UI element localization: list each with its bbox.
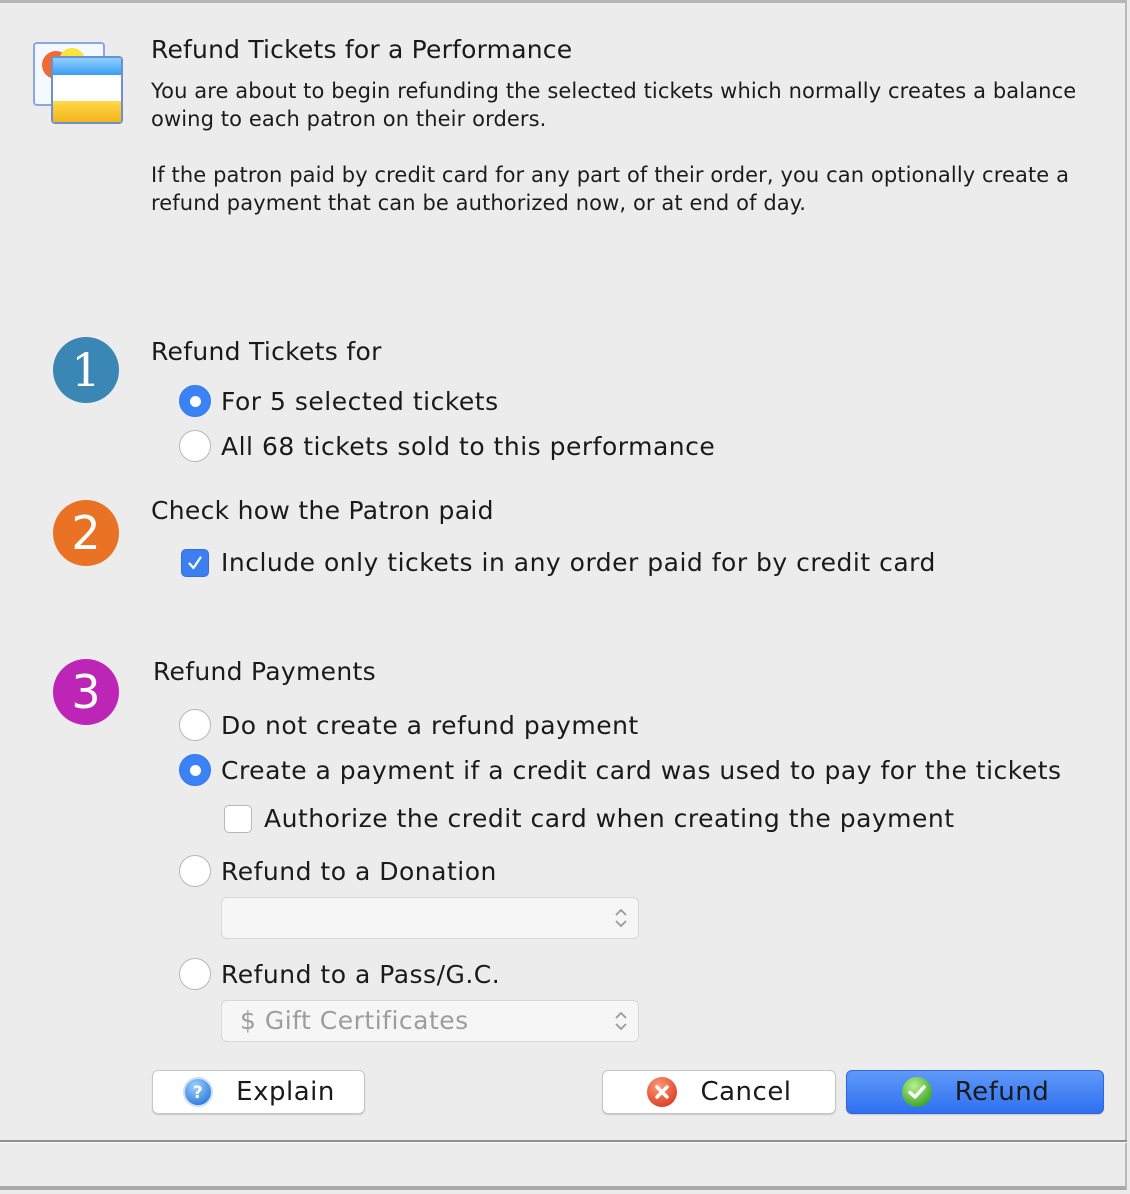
donation-select[interactable] [221, 897, 639, 939]
explain-button-label: Explain [236, 1077, 335, 1107]
radio-button-checked[interactable] [179, 754, 211, 786]
dialog-title: Refund Tickets for a Performance [151, 35, 573, 64]
radio-button[interactable] [179, 855, 211, 887]
radio-label: Refund to a Pass/G.C. [221, 959, 501, 989]
refund-tickets-dialog: Refund Tickets for a Performance You are… [0, 0, 1127, 1190]
checkbox-label: Authorize the credit card when creating … [264, 804, 955, 833]
refund-button-label: Refund [954, 1077, 1050, 1107]
step-3-badge: 3 [53, 659, 119, 725]
pass-select[interactable]: $ Gift Certificates [221, 1000, 639, 1042]
updown-chevron-icon [615, 1011, 627, 1031]
pass-select-value: $ Gift Certificates [240, 1006, 469, 1035]
radio-label: Refund to a Donation [221, 856, 497, 886]
radio-button[interactable] [179, 430, 211, 462]
step-2-badge: 2 [53, 500, 119, 566]
refund-tickets-app-icon [30, 35, 126, 131]
help-icon: ? [183, 1077, 214, 1107]
step-2-title: Check how the Patron paid [151, 496, 494, 525]
radio-button[interactable] [179, 709, 211, 741]
radio-all-tickets[interactable]: All 68 tickets sold to this performance [179, 430, 715, 462]
checkmark-icon [188, 555, 202, 569]
radio-refund-donation[interactable]: Refund to a Donation [179, 855, 497, 887]
radio-label: All 68 tickets sold to this performance [221, 431, 716, 461]
checkbox-authorize-card[interactable]: Authorize the credit card when creating … [224, 804, 955, 833]
step-1-badge: 1 [53, 337, 119, 403]
checkbox-label: Include only tickets in any order paid f… [221, 548, 936, 577]
cancel-button[interactable]: Cancel [602, 1070, 836, 1114]
cancel-icon [647, 1077, 678, 1107]
dialog-description-1: You are about to begin refunding the sel… [151, 79, 1077, 131]
refund-button[interactable]: Refund [846, 1070, 1104, 1114]
checkmark-icon [901, 1077, 932, 1107]
cancel-button-label: Cancel [700, 1077, 792, 1107]
radio-refund-pass[interactable]: Refund to a Pass/G.C. [179, 958, 500, 990]
radio-selected-tickets[interactable]: For 5 selected tickets [179, 385, 499, 417]
explain-button[interactable]: ? Explain [152, 1070, 365, 1114]
radio-button[interactable] [179, 958, 211, 990]
checkbox[interactable] [224, 804, 252, 833]
step-3-title: Refund Payments [153, 657, 376, 686]
radio-label: Create a payment if a credit card was us… [221, 755, 1062, 785]
dialog-description-2: If the patron paid by credit card for an… [151, 163, 1070, 215]
radio-label: For 5 selected tickets [221, 386, 499, 416]
step-1-title: Refund Tickets for [151, 337, 382, 366]
radio-button-checked[interactable] [179, 385, 211, 417]
updown-chevron-icon [615, 908, 627, 928]
footer-divider [0, 1140, 1127, 1143]
radio-create-payment[interactable]: Create a payment if a credit card was us… [179, 754, 1062, 786]
checkbox-credit-card-only[interactable]: Include only tickets in any order paid f… [181, 548, 936, 577]
checkbox-checked[interactable] [181, 548, 209, 577]
radio-no-refund-payment[interactable]: Do not create a refund payment [179, 709, 639, 741]
svg-text:?: ? [193, 1083, 203, 1103]
radio-label: Do not create a refund payment [221, 710, 639, 740]
